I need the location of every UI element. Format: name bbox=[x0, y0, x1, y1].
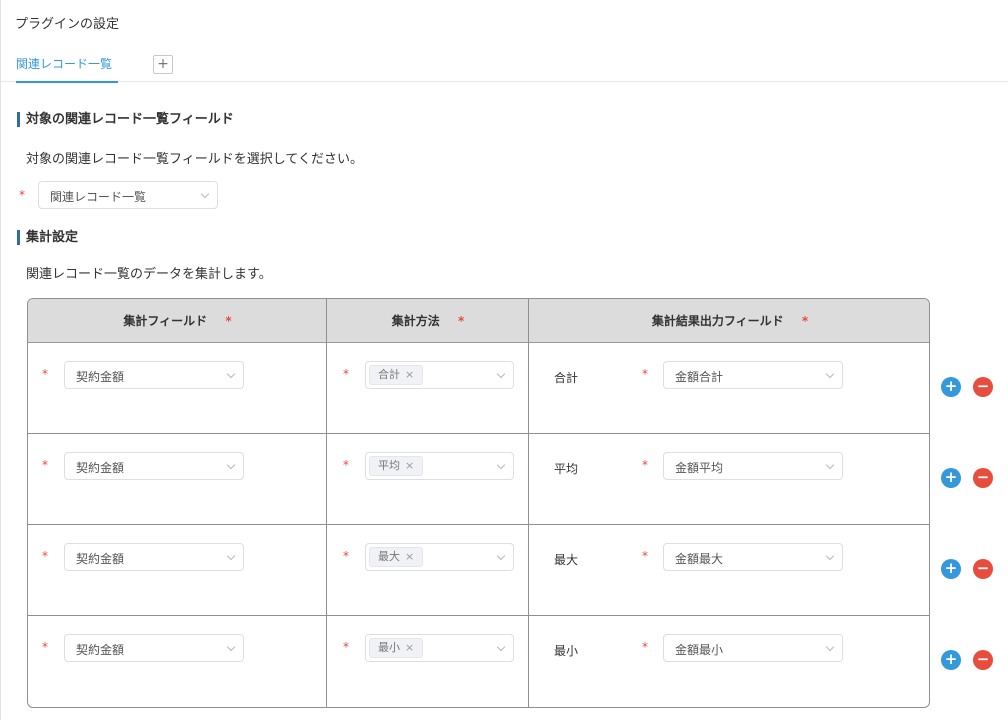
method-label: 最小 bbox=[554, 644, 579, 658]
tag-remove-icon[interactable]: × bbox=[405, 459, 414, 472]
tag-remove-icon[interactable]: × bbox=[405, 368, 414, 381]
chevron-down-icon bbox=[496, 642, 506, 652]
field-select[interactable]: 契約金額 bbox=[64, 361, 244, 389]
remove-row-button[interactable]: − bbox=[973, 377, 993, 397]
header-output: 集計結果出力フィールド * bbox=[651, 314, 809, 328]
chevron-down-icon bbox=[226, 369, 236, 379]
field-select[interactable]: 契約金額 bbox=[64, 452, 244, 480]
output-field-select[interactable]: 金額最小 bbox=[663, 634, 843, 662]
remove-row-button[interactable]: − bbox=[973, 650, 993, 670]
table-row: * 契約金額 * 合計 × 合計 * 金額合計 bbox=[28, 343, 929, 434]
table-row: * 契約金額 * 最小 × 最小 * 金額最小 bbox=[28, 616, 929, 707]
chevron-down-icon bbox=[825, 460, 835, 470]
chevron-down-icon bbox=[496, 369, 506, 379]
output-field-select[interactable]: 金額最大 bbox=[663, 543, 843, 571]
method-select[interactable]: 最小 × bbox=[365, 634, 514, 662]
field-select[interactable]: 契約金額 bbox=[64, 543, 244, 571]
chevron-down-icon bbox=[226, 642, 236, 652]
method-tag: 平均 × bbox=[369, 456, 424, 476]
method-tag: 最大 × bbox=[369, 547, 424, 567]
method-select[interactable]: 合計 × bbox=[365, 361, 514, 389]
chevron-down-icon bbox=[496, 460, 506, 470]
section-description-target-field: 対象の関連レコード一覧フィールドを選択してください。 bbox=[26, 152, 363, 167]
chevron-down-icon bbox=[825, 369, 835, 379]
section-description-aggregation: 関連レコード一覧のデータを集計します。 bbox=[26, 267, 272, 282]
chevron-down-icon bbox=[496, 551, 506, 561]
method-label: 合計 bbox=[554, 371, 579, 385]
add-row-button[interactable]: + bbox=[941, 650, 961, 670]
method-select[interactable]: 平均 × bbox=[365, 452, 514, 480]
table-header: 集計フィールド * 集計方法 * 集計結果出力フィールド * bbox=[28, 299, 929, 343]
output-field-select[interactable]: 金額平均 bbox=[663, 452, 843, 480]
header-method: 集計方法 * bbox=[391, 314, 465, 328]
method-tag: 最小 × bbox=[369, 638, 424, 658]
remove-row-button[interactable]: − bbox=[973, 559, 993, 579]
tab-related-records[interactable]: 関連レコード一覧 bbox=[16, 55, 118, 83]
related-records-select[interactable]: 関連レコード一覧 bbox=[38, 181, 218, 209]
header-field: 集計フィールド * bbox=[123, 314, 232, 328]
method-label: 平均 bbox=[554, 462, 579, 476]
remove-row-button[interactable]: − bbox=[973, 468, 993, 488]
add-tab-button[interactable]: + bbox=[153, 55, 173, 74]
tag-remove-icon[interactable]: × bbox=[405, 641, 414, 654]
table-row: * 契約金額 * 平均 × 平均 * 金額平均 bbox=[28, 434, 929, 525]
chevron-down-icon bbox=[825, 551, 835, 561]
page-title: プラグインの設定 bbox=[15, 17, 120, 32]
tab-bar: 関連レコード一覧 + bbox=[1, 50, 1008, 83]
select-value: 関連レコード一覧 bbox=[50, 190, 147, 204]
section-title-target-field: 対象の関連レコード一覧フィールド bbox=[17, 112, 234, 127]
field-select[interactable]: 契約金額 bbox=[64, 634, 244, 662]
plugin-settings-page: プラグインの設定 関連レコード一覧 + 対象の関連レコード一覧フィールド 対象の… bbox=[0, 0, 1008, 720]
method-label: 最大 bbox=[554, 553, 579, 567]
add-row-button[interactable]: + bbox=[941, 559, 961, 579]
method-select[interactable]: 最大 × bbox=[365, 543, 514, 571]
method-tag: 合計 × bbox=[369, 365, 424, 385]
output-field-select[interactable]: 金額合計 bbox=[663, 361, 843, 389]
aggregation-table: 集計フィールド * 集計方法 * 集計結果出力フィールド * * 契約金額 * … bbox=[27, 298, 930, 708]
chevron-down-icon bbox=[200, 189, 210, 199]
add-row-button[interactable]: + bbox=[941, 377, 961, 397]
add-row-button[interactable]: + bbox=[941, 468, 961, 488]
table-row: * 契約金額 * 最大 × 最大 * 金額最大 bbox=[28, 525, 929, 616]
tag-remove-icon[interactable]: × bbox=[405, 550, 414, 563]
chevron-down-icon bbox=[226, 551, 236, 561]
chevron-down-icon bbox=[226, 460, 236, 470]
chevron-down-icon bbox=[825, 642, 835, 652]
required-mark: * bbox=[19, 188, 25, 202]
section-title-aggregation: 集計設定 bbox=[17, 230, 78, 245]
